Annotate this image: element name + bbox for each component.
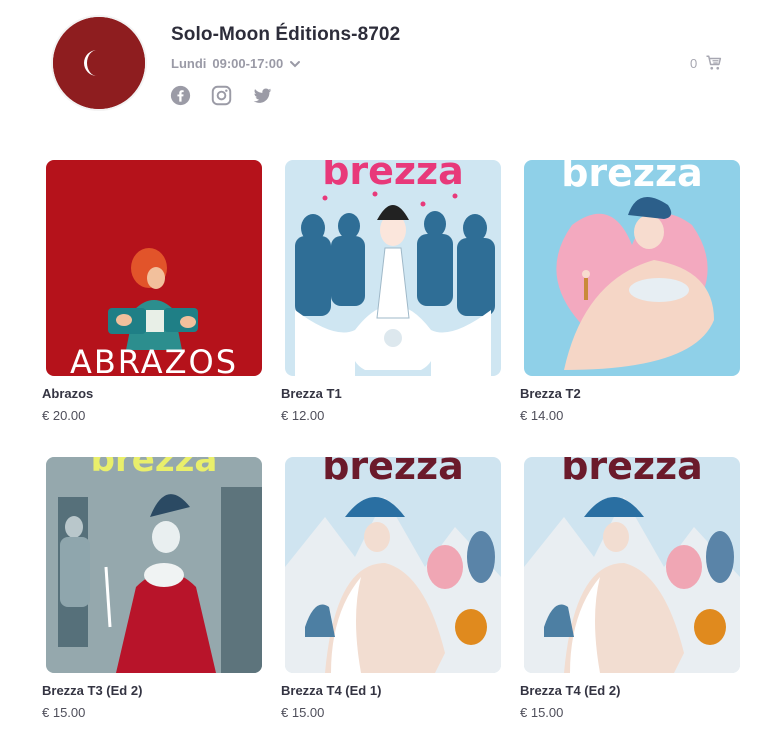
product-card[interactable]: ABRAZOS Abrazos € 20.00 bbox=[42, 160, 262, 457]
product-price: € 15.00 bbox=[281, 705, 325, 720]
product-title[interactable]: Brezza T4 (Ed 2) bbox=[520, 683, 740, 698]
cover-title: brezza bbox=[91, 457, 218, 480]
product-grid: ABRAZOS Abrazos € 20.00 brezza Brezza T1… bbox=[42, 160, 742, 754]
product-card[interactable]: brezza Brezza T1 € 12.00 bbox=[281, 160, 501, 457]
crescent-moon-icon bbox=[53, 17, 145, 109]
product-cover-image[interactable]: brezza bbox=[46, 457, 262, 673]
product-card[interactable]: brezza Brezza T4 (Ed 2) € 15.00 bbox=[520, 457, 740, 754]
facebook-icon[interactable] bbox=[170, 85, 191, 106]
twitter-icon[interactable] bbox=[252, 85, 273, 106]
brezza-t1-cover-art: brezza bbox=[285, 160, 501, 376]
product-cover-image[interactable]: brezza bbox=[524, 160, 740, 376]
instagram-icon[interactable] bbox=[211, 85, 232, 106]
cover-title: brezza bbox=[322, 457, 464, 488]
product-card[interactable]: brezza Brezza T4 (Ed 1) € 15.00 bbox=[281, 457, 501, 754]
brezza-t3-cover-art: brezza bbox=[46, 457, 262, 673]
product-cover-image[interactable]: brezza bbox=[524, 457, 740, 673]
product-price: € 15.00 bbox=[520, 705, 564, 720]
brezza-t2-cover-art: brezza bbox=[524, 160, 740, 376]
product-card[interactable]: brezza Brezza T2 € 14.00 bbox=[520, 160, 740, 457]
brezza-t4-ed2-cover-art: brezza bbox=[524, 457, 740, 673]
product-cover-image[interactable]: ABRAZOS bbox=[46, 160, 262, 376]
opening-hours: 09:00-17:00 bbox=[212, 56, 284, 71]
cart-button[interactable]: 0 bbox=[690, 54, 723, 72]
product-cover-image[interactable]: brezza bbox=[285, 457, 501, 673]
shop-header: Solo-Moon Éditions-8702 Lundi 09:00-17:0… bbox=[0, 0, 776, 130]
cart-count: 0 bbox=[690, 55, 698, 71]
product-title[interactable]: Brezza T1 bbox=[281, 386, 501, 401]
product-price: € 15.00 bbox=[42, 705, 86, 720]
product-title[interactable]: Brezza T2 bbox=[520, 386, 740, 401]
product-cover-image[interactable]: brezza bbox=[285, 160, 501, 376]
product-price: € 12.00 bbox=[281, 408, 325, 423]
shop-logo[interactable] bbox=[53, 17, 145, 109]
cover-title: brezza bbox=[561, 457, 703, 488]
product-title[interactable]: Brezza T4 (Ed 1) bbox=[281, 683, 501, 698]
product-price: € 20.00 bbox=[42, 408, 86, 423]
opening-hours-toggle[interactable]: Lundi 09:00-17:00 bbox=[171, 56, 301, 71]
cover-title: brezza bbox=[322, 160, 464, 193]
product-title[interactable]: Abrazos bbox=[42, 386, 262, 401]
shop-name: Solo-Moon Éditions-8702 bbox=[171, 24, 401, 45]
product-price: € 14.00 bbox=[520, 408, 564, 423]
product-title[interactable]: Brezza T3 (Ed 2) bbox=[42, 683, 262, 698]
abrazos-cover-art: ABRAZOS bbox=[46, 160, 262, 376]
chevron-down-icon bbox=[290, 60, 301, 67]
shopping-cart-icon bbox=[706, 55, 722, 70]
cover-title: brezza bbox=[561, 160, 703, 195]
brezza-t4-cover-art: brezza bbox=[285, 457, 501, 673]
opening-day: Lundi bbox=[171, 56, 207, 71]
social-links bbox=[170, 85, 273, 106]
product-card[interactable]: brezza Brezza T3 (Ed 2) € 15.00 bbox=[42, 457, 262, 754]
cover-title: ABRAZOS bbox=[70, 343, 238, 376]
